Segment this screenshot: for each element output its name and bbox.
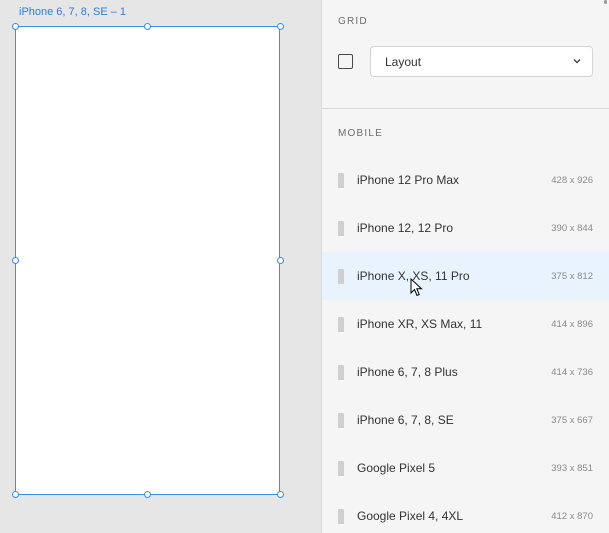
device-name: Google Pixel 5	[357, 461, 436, 475]
phone-icon	[338, 461, 344, 476]
device-name: iPhone 12, 12 Pro	[357, 221, 454, 235]
phone-icon	[338, 173, 344, 188]
device-preset-row[interactable]: iPhone 12, 12 Pro 390 x 844	[322, 204, 609, 252]
resize-handle-top-right[interactable]	[277, 23, 284, 30]
phone-icon	[338, 269, 344, 284]
phone-icon	[338, 413, 344, 428]
device-name: Google Pixel 4, 4XL	[357, 509, 464, 523]
property-inspector: GRID Layout MOBILE iPhone 12 Pro Max 428 …	[321, 0, 609, 533]
device-dimensions: 428 x 926	[551, 175, 593, 186]
resize-handle-middle-left[interactable]	[12, 257, 19, 264]
device-dimensions: 414 x 736	[551, 367, 593, 378]
phone-icon	[338, 509, 344, 524]
device-name: iPhone 6, 7, 8, SE	[357, 413, 454, 427]
device-preset-row[interactable]: Google Pixel 5 393 x 851	[322, 444, 609, 492]
resize-handle-bottom-right[interactable]	[277, 491, 284, 498]
grid-type-dropdown[interactable]: Layout	[370, 46, 593, 77]
device-preset-row[interactable]: iPhone 12 Pro Max 428 x 926	[322, 156, 609, 204]
artboard-title[interactable]: iPhone 6, 7, 8, SE – 1	[19, 6, 126, 18]
grid-section-title: GRID	[338, 16, 368, 27]
grid-type-value: Layout	[385, 55, 422, 69]
section-divider	[322, 108, 609, 109]
device-preset-row[interactable]: iPhone X, XS, 11 Pro 375 x 812	[322, 252, 609, 300]
device-dimensions: 414 x 896	[551, 319, 593, 330]
scrollbar-thumb[interactable]	[604, 0, 607, 4]
chevron-down-icon	[573, 59, 581, 64]
device-name: iPhone 6, 7, 8 Plus	[357, 365, 458, 379]
mobile-section-title: MOBILE	[338, 128, 383, 139]
resize-handle-top-left[interactable]	[12, 23, 19, 30]
device-name: iPhone 12 Pro Max	[357, 173, 460, 187]
device-preset-list: iPhone 12 Pro Max 428 x 926 iPhone 12, 12 …	[322, 156, 609, 533]
resize-handle-middle-right[interactable]	[277, 257, 284, 264]
device-dimensions: 390 x 844	[551, 223, 593, 234]
device-preset-row[interactable]: iPhone 6, 7, 8, SE 375 x 667	[322, 396, 609, 444]
device-dimensions: 375 x 667	[551, 415, 593, 426]
phone-icon	[338, 221, 344, 236]
resize-handle-bottom-left[interactable]	[12, 491, 19, 498]
artboard[interactable]	[15, 26, 280, 495]
device-dimensions: 393 x 851	[551, 463, 593, 474]
device-preset-row[interactable]: Google Pixel 4, 4XL 412 x 870	[322, 492, 609, 533]
phone-icon	[338, 317, 344, 332]
grid-checkbox[interactable]	[338, 54, 353, 69]
device-preset-row[interactable]: iPhone XR, XS Max, 11 414 x 896	[322, 300, 609, 348]
design-canvas[interactable]: iPhone 6, 7, 8, SE – 1	[0, 0, 321, 533]
device-dimensions: 375 x 812	[551, 271, 593, 282]
phone-icon	[338, 365, 344, 380]
resize-handle-top-center[interactable]	[144, 23, 151, 30]
device-name: iPhone XR, XS Max, 11	[357, 317, 483, 331]
mouse-cursor-icon	[410, 278, 423, 297]
device-dimensions: 412 x 870	[551, 511, 593, 522]
device-preset-row[interactable]: iPhone 6, 7, 8 Plus 414 x 736	[322, 348, 609, 396]
resize-handle-bottom-center[interactable]	[144, 491, 151, 498]
